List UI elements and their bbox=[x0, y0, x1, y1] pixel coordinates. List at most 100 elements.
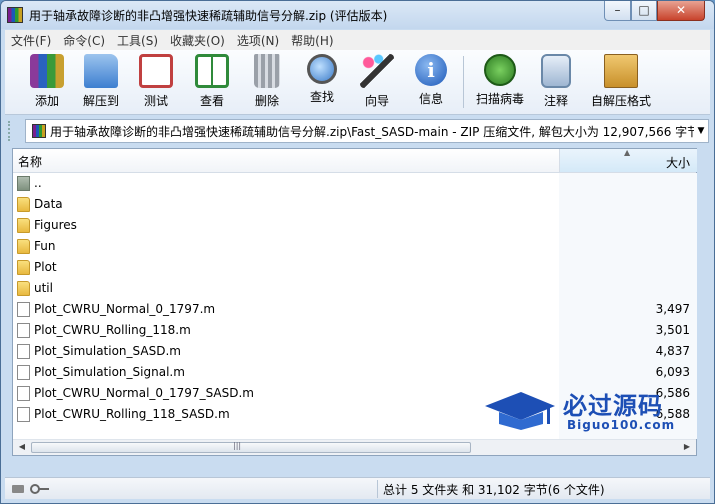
item-name: Data bbox=[34, 197, 63, 211]
comment-label: 注释 bbox=[543, 94, 568, 108]
info-icon: i bbox=[415, 54, 447, 86]
address-path: 用于轴承故障诊断的非凸增强快速稀疏辅助信号分解.zip\Fast_SASD-ma… bbox=[50, 124, 694, 139]
column-size-header[interactable]: ▲ 大小 bbox=[559, 148, 697, 172]
scroll-left-icon[interactable]: ◀ bbox=[15, 442, 29, 454]
wizard-button[interactable]: 向导 bbox=[351, 54, 403, 114]
menu-help[interactable]: 帮助(H) bbox=[285, 32, 339, 49]
toolbar: 添加 解压到 测试 查看 删除 查找 向导 i 信息 扫描病毒 注释 自解压格式 bbox=[5, 50, 710, 115]
graduation-cap-icon bbox=[485, 392, 555, 430]
scroll-grip-icon: ||| bbox=[233, 441, 242, 450]
address-grip bbox=[8, 121, 18, 141]
info-button[interactable]: i 信息 bbox=[405, 54, 457, 114]
add-books-icon bbox=[30, 54, 64, 88]
horizontal-scrollbar[interactable]: ◀ ||| ▶ bbox=[13, 439, 696, 455]
winrar-app-icon bbox=[7, 7, 23, 23]
trash-icon bbox=[254, 54, 280, 88]
status-bar: 总计 5 文件夹 和 31,102 字节(6 个文件) bbox=[5, 477, 710, 499]
column-name-header[interactable]: 名称 bbox=[18, 153, 42, 170]
chevron-down-icon[interactable]: ▼ bbox=[694, 126, 708, 136]
list-item[interactable]: Data bbox=[13, 194, 696, 215]
sfx-button[interactable]: 自解压格式 bbox=[585, 54, 657, 114]
extract-folder-icon bbox=[84, 54, 118, 88]
folder-icon bbox=[17, 239, 30, 254]
list-item[interactable]: Fun bbox=[13, 236, 696, 257]
file-icon bbox=[17, 323, 30, 338]
watermark-cn: 必过源码 bbox=[563, 392, 663, 420]
title-bar: 用于轴承故障诊断的非凸增强快速稀疏辅助信号分解.zip (评估版本) – □ ✕ bbox=[1, 1, 714, 29]
watermark-en: Biguo100.com bbox=[567, 418, 676, 432]
item-name: Plot_CWRU_Rolling_118_SASD.m bbox=[34, 407, 230, 421]
menu-file[interactable]: 文件(F) bbox=[5, 32, 57, 49]
column-size-label: 大小 bbox=[665, 156, 690, 170]
parent-folder-icon bbox=[17, 176, 30, 191]
item-name: .. bbox=[34, 176, 42, 190]
list-item[interactable]: Plot_Simulation_SASD.m 4,837 bbox=[13, 341, 696, 362]
delete-button[interactable]: 删除 bbox=[241, 54, 293, 114]
view-label: 查看 bbox=[199, 94, 224, 108]
wizard-wand-icon bbox=[360, 54, 394, 88]
menu-tools[interactable]: 工具(S) bbox=[111, 32, 164, 49]
item-name: Plot_Simulation_Signal.m bbox=[34, 365, 185, 379]
window-title: 用于轴承故障诊断的非凸增强快速稀疏辅助信号分解.zip (评估版本) bbox=[29, 9, 388, 23]
test-button[interactable]: 测试 bbox=[130, 54, 182, 114]
file-icon bbox=[17, 386, 30, 401]
delete-label: 删除 bbox=[254, 94, 279, 108]
info-label: 信息 bbox=[418, 92, 443, 106]
list-item[interactable]: Figures bbox=[13, 215, 696, 236]
sfx-box-icon bbox=[604, 54, 638, 88]
item-name: Plot_CWRU_Normal_0_1797_SASD.m bbox=[34, 386, 254, 400]
status-divider bbox=[377, 480, 378, 498]
item-size: 3,497 bbox=[655, 302, 690, 316]
list-item[interactable]: Plot_CWRU_Rolling_118.m 3,501 bbox=[13, 320, 696, 341]
item-name: Fun bbox=[34, 239, 56, 253]
watermark-logo: 必过源码 Biguo100.com bbox=[485, 386, 705, 436]
close-button[interactable]: ✕ bbox=[657, 1, 705, 21]
menu-options[interactable]: 选项(N) bbox=[231, 32, 285, 49]
list-item[interactable]: util bbox=[13, 278, 696, 299]
menu-command[interactable]: 命令(C) bbox=[57, 32, 111, 49]
folder-icon bbox=[17, 218, 30, 233]
comment-button[interactable]: 注释 bbox=[530, 54, 582, 114]
list-item[interactable]: Plot bbox=[13, 257, 696, 278]
list-item[interactable]: .. bbox=[13, 173, 696, 194]
scan-virus-label: 扫描病毒 bbox=[475, 92, 524, 106]
archive-icon bbox=[32, 124, 46, 138]
item-name: Plot_CWRU_Normal_0_1797.m bbox=[34, 302, 216, 316]
item-size: 3,501 bbox=[655, 323, 690, 337]
add-button[interactable]: 添加 bbox=[21, 54, 73, 114]
sort-up-icon: ▲ bbox=[624, 148, 631, 157]
sfx-label: 自解压格式 bbox=[590, 94, 651, 108]
find-button[interactable]: 查找 bbox=[296, 54, 348, 114]
folder-icon bbox=[17, 281, 30, 296]
key-lock-icon bbox=[12, 484, 49, 494]
find-label: 查找 bbox=[309, 90, 334, 104]
item-size: 4,837 bbox=[655, 344, 690, 358]
item-name: util bbox=[34, 281, 53, 295]
item-size: 6,093 bbox=[655, 365, 690, 379]
maximize-button[interactable]: □ bbox=[631, 1, 657, 21]
test-clipboard-icon bbox=[139, 54, 173, 88]
menu-bar: 文件(F) 命令(C) 工具(S) 收藏夹(O) 选项(N) 帮助(H) bbox=[5, 30, 710, 50]
file-icon bbox=[17, 365, 30, 380]
folder-icon bbox=[17, 197, 30, 212]
scan-virus-button[interactable]: 扫描病毒 bbox=[470, 54, 530, 114]
toolbar-separator bbox=[463, 56, 464, 108]
test-label: 测试 bbox=[143, 94, 168, 108]
list-item[interactable]: Plot_Simulation_Signal.m 6,093 bbox=[13, 362, 696, 383]
item-name: Plot_Simulation_SASD.m bbox=[34, 344, 181, 358]
item-name: Plot_CWRU_Rolling_118.m bbox=[34, 323, 191, 337]
address-bar[interactable]: 用于轴承故障诊断的非凸增强快速稀疏辅助信号分解.zip\Fast_SASD-ma… bbox=[25, 119, 709, 143]
scroll-right-icon[interactable]: ▶ bbox=[680, 442, 694, 454]
view-button[interactable]: 查看 bbox=[186, 54, 238, 114]
list-item[interactable]: Plot_CWRU_Normal_0_1797.m 3,497 bbox=[13, 299, 696, 320]
status-summary: 总计 5 文件夹 和 31,102 字节(6 个文件) bbox=[383, 483, 605, 497]
item-name: Plot bbox=[34, 260, 57, 274]
view-book-icon bbox=[195, 54, 229, 88]
menu-favorites[interactable]: 收藏夹(O) bbox=[164, 32, 231, 49]
add-label: 添加 bbox=[34, 94, 59, 108]
scrollbar-thumb[interactable] bbox=[31, 442, 471, 453]
minimize-button[interactable]: – bbox=[604, 1, 631, 21]
extract-to-button[interactable]: 解压到 bbox=[75, 54, 127, 114]
file-icon bbox=[17, 302, 30, 317]
file-icon bbox=[17, 344, 30, 359]
